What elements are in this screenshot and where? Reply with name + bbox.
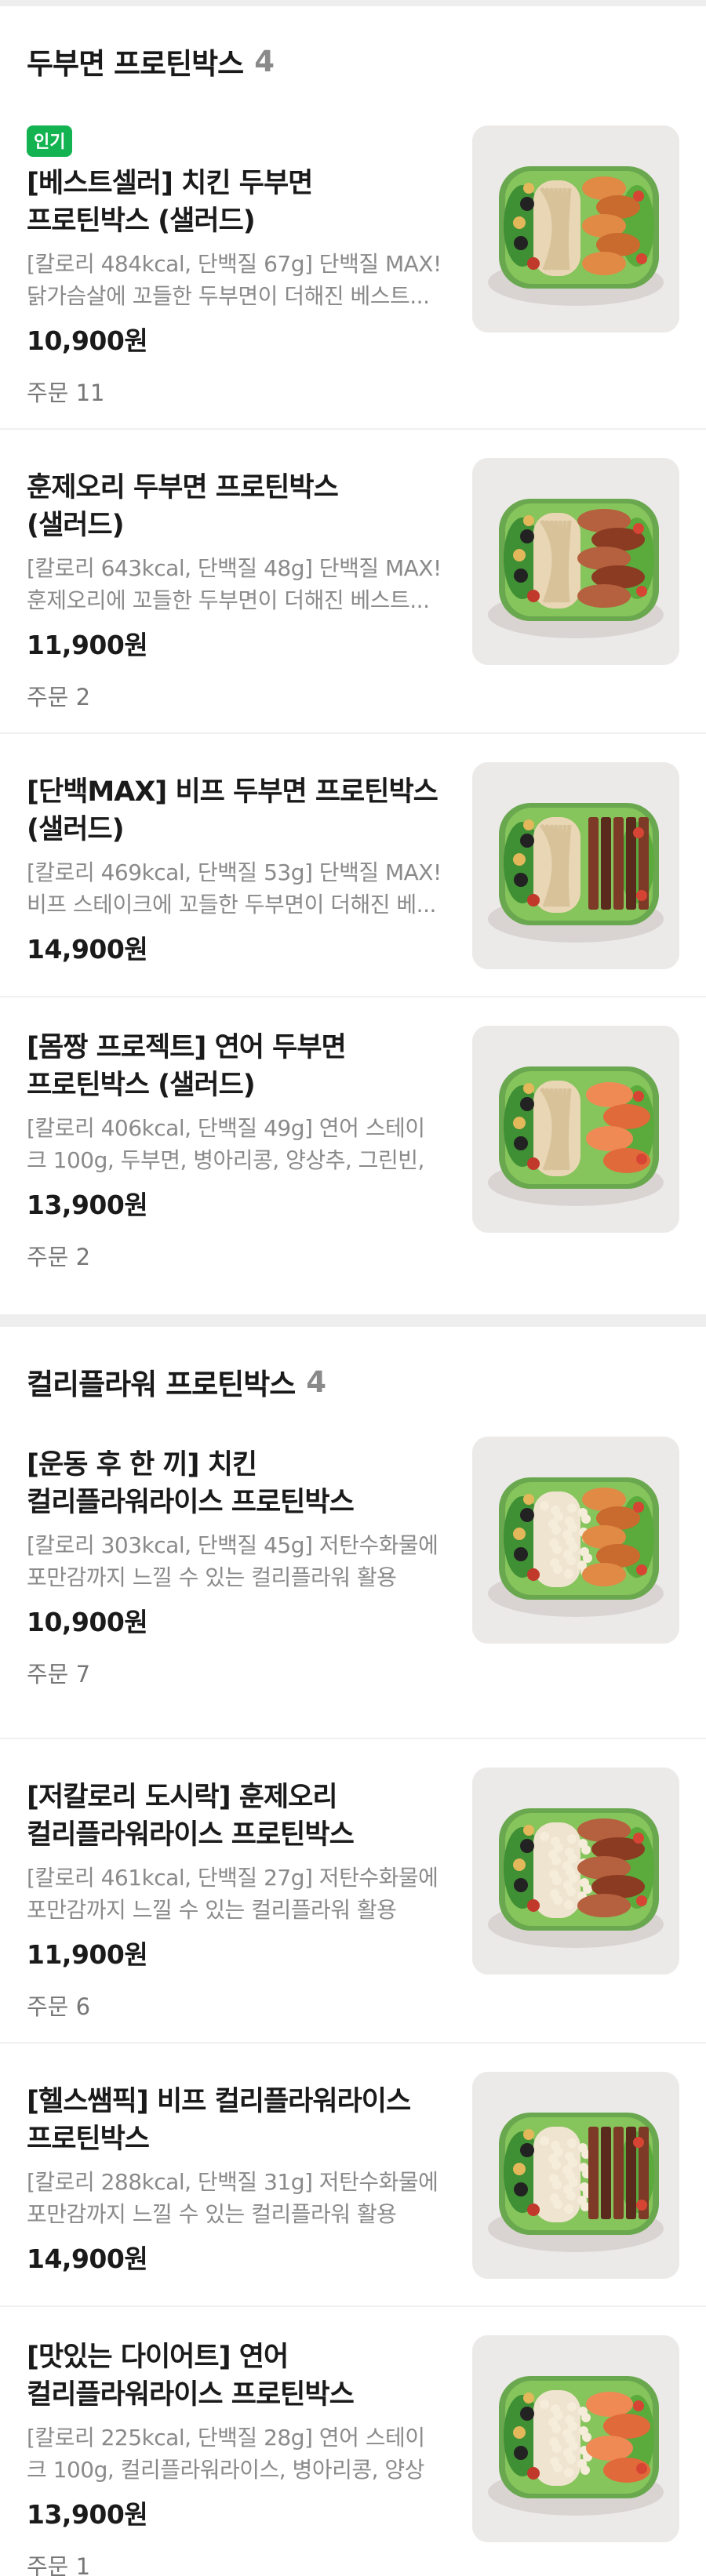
menu-item-price: 14,900원	[27, 2244, 148, 2274]
menu-item-name: [단백MAX] 비프 두부면 프로틴박스 (샐러드)	[27, 776, 439, 845]
menu-item-description: [칼로리 225kcal, 단백질 28g] 연어 스테이크 100g, 컬리플…	[27, 2425, 425, 2483]
menu-item-description: [칼로리 484kcal, 단백질 67g] 단백질 MAX! 닭가슴살에 꼬들…	[27, 251, 442, 309]
menu-item[interactable]: 훈제오리 두부면 프로틴박스 (샐러드) [칼로리 643kcal, 단백질 4…	[0, 430, 706, 734]
menu-item-image	[472, 2072, 679, 2279]
menu-item-description: [칼로리 406kcal, 단백질 49g] 연어 스테이크 100g, 두부면…	[27, 1115, 425, 1173]
menu-item[interactable]: [헬스쌤픽] 비프 컬리플라워라이스 프로틴박스 [칼로리 288kcal, 단…	[0, 2044, 706, 2307]
menu-item-image	[472, 762, 679, 969]
section-divider	[0, 1314, 706, 1327]
menu-item-price: 11,900원	[27, 1939, 148, 1970]
menu-item[interactable]: 인기 [베스트셀러] 치킨 두부면 프로틴박스 (샐러드) [칼로리 484kc…	[0, 116, 706, 430]
menu-item-price: 11,900원	[27, 630, 148, 660]
section-header: 두부면 프로틴박스 4	[0, 6, 706, 116]
menu-item-description: [칼로리 643kcal, 단백질 48g] 단백질 MAX! 훈제오리에 꼬들…	[27, 555, 442, 613]
menu-item-image	[472, 1437, 679, 1644]
menu-item-order-count: 주문 1	[27, 2553, 91, 2576]
section-item-count: 4	[254, 44, 275, 78]
menu-item-price: 10,900원	[27, 1607, 148, 1637]
menu-section-tofu-noodle: 두부면 프로틴박스 4 인기 [베스트셀러] 치킨 두부면 프로틴박스 (샐러드…	[0, 6, 706, 1314]
menu-item-description: [칼로리 469kcal, 단백질 53g] 단백질 MAX! 비프 스테이크에…	[27, 859, 442, 917]
section-header: 컬리플라워 프로틴박스 4	[0, 1327, 706, 1437]
section-title: 컬리플라워 프로틴박스	[27, 1368, 296, 1401]
menu-item-price: 13,900원	[27, 2499, 148, 2530]
menu-item-price: 14,900원	[27, 934, 148, 965]
menu-item-image	[472, 125, 679, 332]
menu-item-order-count: 주문 7	[27, 1661, 91, 1688]
menu-item-name: [운동 후 한 끼] 치킨 컬리플라워라이스 프로틴박스	[27, 1449, 355, 1518]
menu-item-order-count: 주문 11	[27, 380, 105, 406]
menu-item-price: 10,900원	[27, 325, 148, 356]
section-item-count: 4	[306, 1364, 327, 1399]
menu-item-name: [맛있는 다이어트] 연어 컬리플라워라이스 프로틴박스	[27, 2342, 355, 2411]
menu-item-order-count: 주문 2	[27, 684, 91, 710]
menu-item-image	[472, 1026, 679, 1233]
menu-item-price: 13,900원	[27, 1190, 148, 1220]
menu-item-name: [베스트셀러] 치킨 두부면 프로틴박스 (샐러드)	[27, 168, 313, 237]
menu-item-image	[472, 2335, 679, 2542]
menu-item-name: 훈제오리 두부면 프로틴박스 (샐러드)	[27, 472, 339, 541]
top-divider	[0, 0, 706, 6]
menu-item-image	[472, 458, 679, 665]
menu-item-description: [칼로리 303kcal, 단백질 45g] 저탄수화물에 포만감까지 느낄 수…	[27, 1532, 439, 1590]
menu-section-cauliflower: 컬리플라워 프로틴박스 4 [운동 후 한 끼] 치킨 컬리플라워라이스 프로틴…	[0, 1327, 706, 2576]
menu-item[interactable]: [저칼로리 도시락] 훈제오리 컬리플라워라이스 프로틴박스 [칼로리 461k…	[0, 1739, 706, 2044]
menu-item-order-count: 주문 2	[27, 1244, 91, 1270]
menu-item-order-count: 주문 6	[27, 1993, 91, 2020]
section-title: 두부면 프로틴박스	[27, 47, 244, 81]
menu-item[interactable]: [몸짱 프로젝트] 연어 두부면 프로틴박스 (샐러드) [칼로리 406kca…	[0, 997, 706, 1314]
menu-item-description: [칼로리 288kcal, 단백질 31g] 저탄수화물에 포만감까지 느낄 수…	[27, 2169, 439, 2227]
menu-item-name: [저칼로리 도시락] 훈제오리 컬리플라워라이스 프로틴박스	[27, 1782, 355, 1851]
menu-item[interactable]: [맛있는 다이어트] 연어 컬리플라워라이스 프로틴박스 [칼로리 225kca…	[0, 2307, 706, 2576]
popular-badge: 인기	[27, 125, 73, 157]
menu-item[interactable]: [단백MAX] 비프 두부면 프로틴박스 (샐러드) [칼로리 469kcal,…	[0, 734, 706, 997]
menu-item-image	[472, 1768, 679, 1975]
menu-item-name: [헬스쌤픽] 비프 컬리플라워라이스 프로틴박스	[27, 2086, 411, 2155]
menu-item-name: [몸짱 프로젝트] 연어 두부면 프로틴박스 (샐러드)	[27, 1032, 347, 1101]
menu-item-description: [칼로리 461kcal, 단백질 27g] 저탄수화물에 포만감까지 느낄 수…	[27, 1865, 439, 1923]
menu-item[interactable]: [운동 후 한 끼] 치킨 컬리플라워라이스 프로틴박스 [칼로리 303kca…	[0, 1437, 706, 1739]
